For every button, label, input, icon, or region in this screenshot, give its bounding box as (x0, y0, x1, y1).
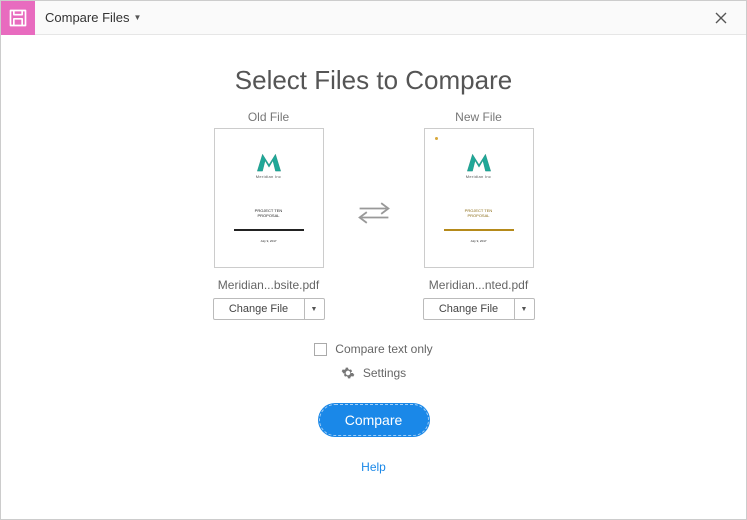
help-link[interactable]: Help (361, 460, 386, 474)
new-change-file-label: Change File (424, 299, 514, 319)
logo-icon (256, 151, 282, 173)
old-change-file-button[interactable]: Change File ▼ (213, 298, 325, 320)
old-change-file-dropdown[interactable]: ▼ (304, 299, 324, 319)
settings-link[interactable]: Settings (341, 366, 406, 380)
new-change-file-button[interactable]: Change File ▼ (423, 298, 535, 320)
page-title: Select Files to Compare (1, 65, 746, 96)
caret-down-icon: ▼ (134, 13, 142, 22)
close-button[interactable] (706, 3, 736, 33)
compare-button[interactable]: Compare (319, 404, 429, 436)
settings-label: Settings (363, 366, 406, 380)
change-marker-icon (435, 137, 438, 140)
old-file-thumbnail[interactable]: Meridian Inc PROJECT TEN PROPOSAL July 9… (214, 128, 324, 268)
old-change-file-label: Change File (214, 299, 304, 319)
compare-text-only-label: Compare text only (335, 342, 432, 356)
logo-icon (466, 151, 492, 173)
close-icon (715, 12, 727, 24)
old-file-column: Old File Meridian Inc PROJECT TEN PROPOS… (204, 110, 334, 320)
old-file-name: Meridian...bsite.pdf (204, 278, 334, 292)
new-file-column: New File Meridian Inc PROJECT TEN PROPOS… (414, 110, 544, 320)
swap-icon[interactable] (356, 198, 392, 233)
titlebar-menu[interactable]: Compare Files ▼ (45, 10, 141, 25)
compare-text-only-checkbox[interactable]: Compare text only (314, 342, 432, 356)
new-file-label: New File (414, 110, 544, 124)
app-icon (1, 1, 35, 35)
new-change-file-dropdown[interactable]: ▼ (514, 299, 534, 319)
new-file-name: Meridian...nted.pdf (414, 278, 544, 292)
old-file-label: Old File (204, 110, 334, 124)
gear-icon (341, 366, 355, 380)
titlebar: Compare Files ▼ (1, 1, 746, 35)
files-row: Old File Meridian Inc PROJECT TEN PROPOS… (1, 110, 746, 320)
new-file-thumbnail[interactable]: Meridian Inc PROJECT TEN PROPOSAL July 9… (424, 128, 534, 268)
titlebar-menu-label: Compare Files (45, 10, 130, 25)
options: Compare text only Settings Compare Help (1, 342, 746, 474)
main-content: Select Files to Compare Old File Meridia… (1, 35, 746, 494)
checkbox-icon (314, 343, 327, 356)
